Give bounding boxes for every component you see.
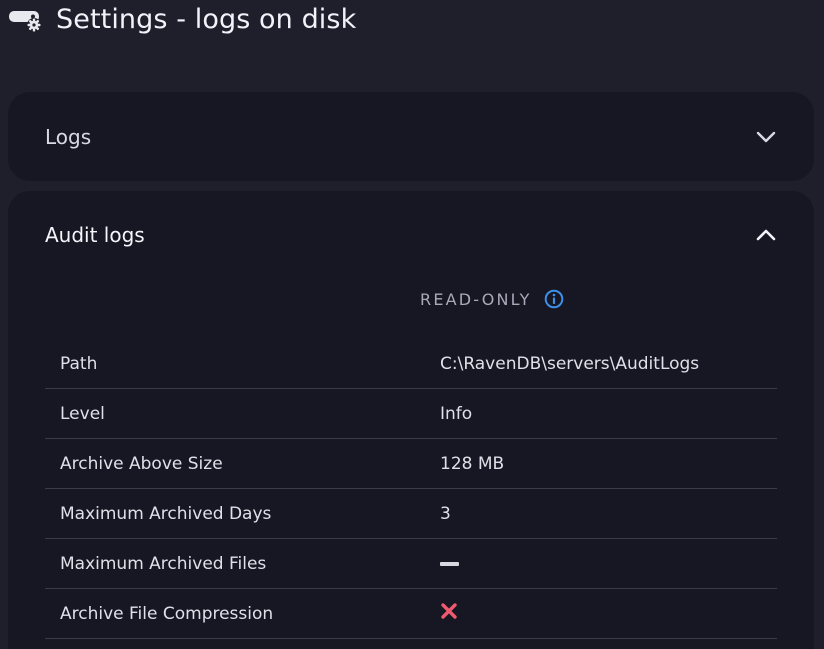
logs-panel: Logs bbox=[8, 92, 814, 181]
row-value: Info bbox=[440, 403, 473, 424]
dash-icon bbox=[440, 561, 459, 566]
cross-icon bbox=[440, 602, 458, 625]
logs-panel-title: Logs bbox=[45, 125, 92, 149]
page-title: Settings - logs on disk bbox=[56, 3, 357, 35]
row-label: Maximum Archived Days bbox=[60, 503, 272, 524]
row-value-empty bbox=[440, 561, 459, 566]
settings-page: Settings - logs on disk Logs Audit logs … bbox=[0, 0, 824, 649]
row-label: Path bbox=[60, 353, 98, 374]
audit-logs-table: Path C:\RavenDB\servers\AuditLogs Level … bbox=[45, 339, 777, 639]
audit-logs-panel: Audit logs READ-ONLY Path C:\RavenDB\ser… bbox=[8, 191, 814, 649]
chevron-down-icon[interactable] bbox=[754, 125, 778, 149]
row-value: C:\RavenDB\servers\AuditLogs bbox=[440, 353, 700, 374]
table-row: Archive Above Size 128 MB bbox=[45, 439, 777, 489]
row-label: Archive File Compression bbox=[60, 603, 274, 624]
page-header: Settings - logs on disk bbox=[8, 0, 356, 38]
row-value: 128 MB bbox=[440, 453, 505, 474]
table-row: Maximum Archived Files bbox=[45, 539, 777, 589]
row-label: Level bbox=[60, 403, 105, 424]
info-icon[interactable] bbox=[544, 289, 564, 309]
read-only-indicator: READ-ONLY bbox=[420, 289, 564, 309]
row-label: Archive Above Size bbox=[60, 453, 223, 474]
row-label: Maximum Archived Files bbox=[60, 553, 267, 574]
logs-panel-header[interactable]: Logs bbox=[45, 117, 778, 157]
table-row: Maximum Archived Days 3 bbox=[45, 489, 777, 539]
table-row: Path C:\RavenDB\servers\AuditLogs bbox=[45, 339, 777, 389]
read-only-label: READ-ONLY bbox=[420, 289, 532, 309]
table-row: Level Info bbox=[45, 389, 777, 439]
row-value: 3 bbox=[440, 503, 451, 524]
chevron-up-icon[interactable] bbox=[754, 223, 778, 247]
server-settings-icon bbox=[8, 4, 44, 34]
table-row: Archive File Compression bbox=[45, 589, 777, 639]
audit-logs-panel-header[interactable]: Audit logs bbox=[45, 215, 778, 255]
audit-logs-panel-title: Audit logs bbox=[45, 223, 145, 247]
row-value-disabled bbox=[440, 602, 458, 625]
